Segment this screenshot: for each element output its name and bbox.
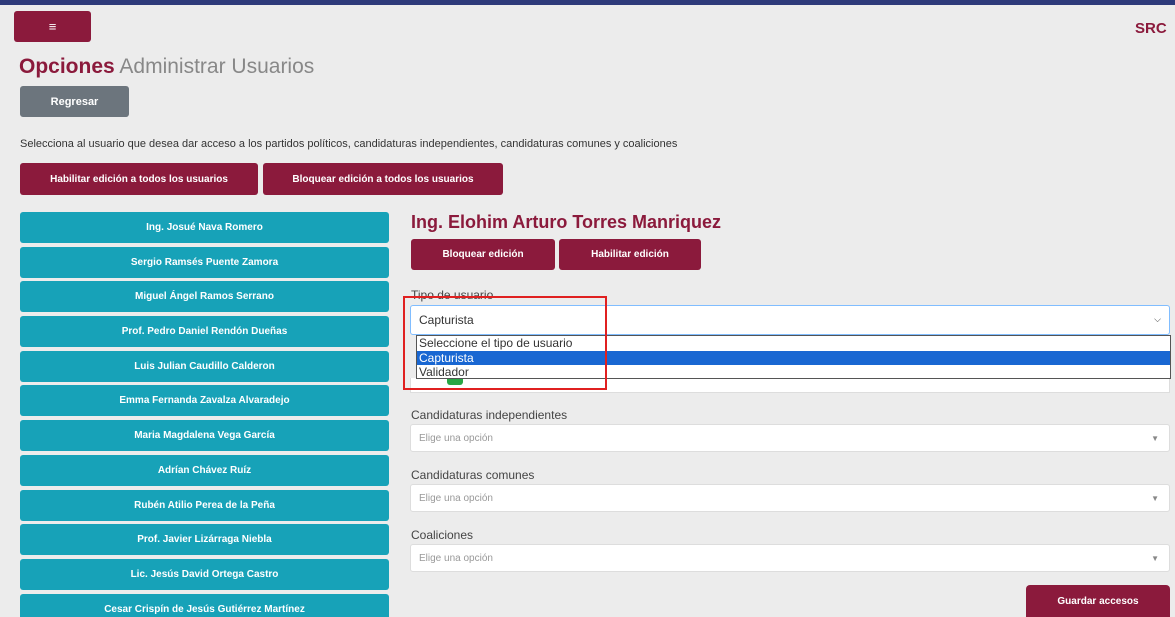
hamburger-icon: ≡ [48,19,57,34]
user-list-item[interactable]: Maria Magdalena Vega García [20,420,389,452]
select-placeholder: Elige una opción [419,552,493,564]
highlight-annotation [403,296,607,390]
menu-toggle-button[interactable]: ≡ [14,11,91,42]
select-placeholder: Elige una opción [419,492,493,504]
page-title-bold: Opciones [19,55,115,78]
user-list-item[interactable]: Miguel Ángel Ramos Serrano [20,281,389,313]
top-accent-bar [0,0,1175,5]
save-access-button[interactable]: Guardar accesos [1026,585,1170,617]
chevron-down-icon: ▼ [1151,554,1159,563]
enable-edit-button[interactable]: Habilitar edición [559,239,701,270]
user-list-item[interactable]: Cesar Crispín de Jesús Gutiérrez Martíne… [20,593,389,617]
candidaturas-comunes-select[interactable]: Elige una opción ▼ [410,484,1170,512]
page-title-rest: Administrar Usuarios [119,55,315,78]
selected-user-name: Ing. Elohim Arturo Torres Manriquez [411,212,722,232]
user-list: Ing. Josué Nava Romero Sergio Ramsés Pue… [20,212,389,617]
back-button[interactable]: Regresar [20,86,129,117]
user-list-item[interactable]: Sergio Ramsés Puente Zamora [20,246,389,278]
coaliciones-select[interactable]: Elige una opción ▼ [410,544,1170,572]
page-title: Opciones Administrar Usuarios [19,55,314,79]
candidaturas-independientes-select[interactable]: Elige una opción ▼ [410,424,1170,452]
user-list-item[interactable]: Emma Fernanda Zavalza Alvaradejo [20,385,389,417]
user-list-item[interactable]: Ing. Josué Nava Romero [20,212,389,243]
user-list-item[interactable]: Lic. Jesús David Ortega Castro [20,558,389,590]
user-list-item[interactable]: Prof. Javier Lizárraga Niebla [20,524,389,556]
brand-label: SRC [1135,20,1167,37]
chevron-down-icon: ⌵ [1154,314,1161,324]
user-list-item[interactable]: Rubén Atilio Perea de la Peña [20,489,389,521]
block-edit-button[interactable]: Bloquear edición [411,239,555,270]
user-list-item[interactable]: Prof. Pedro Daniel Rendón Dueñas [20,316,389,348]
chevron-down-icon: ▼ [1151,494,1159,503]
candidaturas-comunes-label: Candidaturas comunes [411,468,535,482]
user-list-item[interactable]: Luis Julian Caudillo Calderon [20,350,389,382]
select-placeholder: Elige una opción [419,432,493,444]
enable-all-users-button[interactable]: Habilitar edición a todos los usuarios [20,163,258,195]
user-list-item[interactable]: Adrían Chávez Ruíz [20,454,389,486]
coaliciones-label: Coaliciones [411,528,474,542]
block-all-users-button[interactable]: Bloquear edición a todos los usuarios [263,163,503,195]
instruction-text: Selecciona al usuario que desea dar acce… [20,138,678,150]
candidaturas-independientes-label: Candidaturas independientes [411,408,568,422]
chevron-down-icon: ▼ [1151,434,1159,443]
